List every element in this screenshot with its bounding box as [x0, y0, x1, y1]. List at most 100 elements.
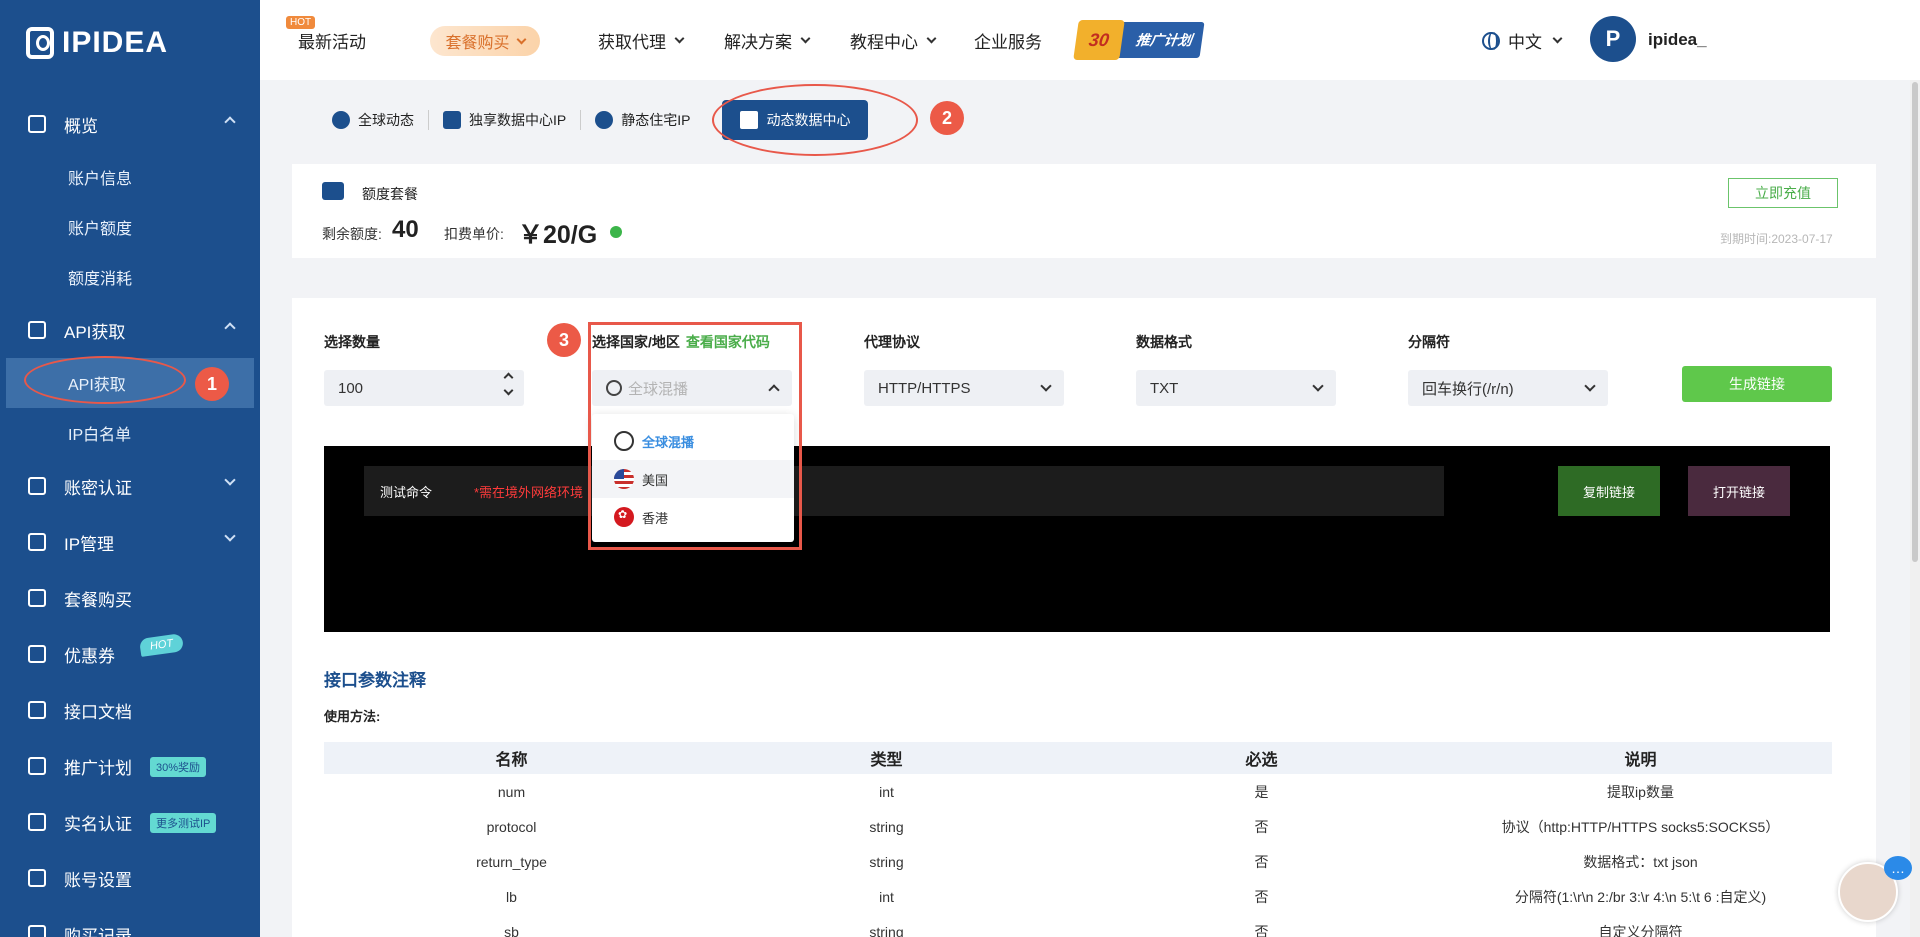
promotion-banner[interactable]: 30 推广计划 — [1073, 20, 1205, 60]
sidebar-item-label: 推广计划 — [64, 758, 132, 778]
sidebar-item-label: 优惠券 — [64, 646, 115, 666]
table-cell: protocol — [486, 818, 537, 835]
protocol-label: 代理协议 — [864, 334, 920, 350]
chevron-down-icon — [674, 33, 685, 44]
table-cell: 否 — [1254, 853, 1269, 870]
annotation-rect-3 — [588, 322, 802, 550]
sidebar-item-api-docs[interactable]: 接口文档 — [0, 682, 260, 738]
api-icon — [28, 321, 46, 339]
table-cell: return_type — [476, 853, 547, 870]
language-selector[interactable]: 中文 — [1482, 28, 1563, 53]
stepper-arrows[interactable] — [503, 372, 514, 396]
balance-card: 额度套餐 剩余额度: 40 扣费单价: ￥20/G 立即充值 到期时间:2023… — [292, 164, 1876, 258]
open-link-button[interactable]: 打开链接 — [1688, 466, 1790, 516]
info-icon[interactable] — [610, 226, 622, 238]
tab-global-dynamic[interactable]: 全球动态 — [318, 100, 428, 140]
separator-select[interactable]: 回车换行(/r/n) — [1408, 370, 1608, 406]
nav-enterprise[interactable]: 企业服务 — [974, 28, 1042, 53]
table-row: protocol string 否 协议（http:HTTP/HTTPS soc… — [324, 809, 1832, 844]
sidebar-item-api[interactable]: API获取 — [0, 302, 260, 358]
promo-number: 30 — [1073, 20, 1125, 60]
quantity-label: 选择数量 — [324, 334, 380, 350]
coupon-icon — [28, 645, 46, 663]
logo[interactable]: IPIDEA — [26, 26, 168, 60]
sidebar-item-purchase-records[interactable]: 购买记录 — [0, 906, 260, 937]
sidebar-item-label: IP管理 — [64, 534, 115, 554]
chevron-down-icon[interactable] — [503, 385, 514, 396]
nav-label: 解决方案 — [724, 33, 792, 52]
sidebar-item-buy-plan[interactable]: 套餐购买 — [0, 570, 260, 626]
tab-label: 全球动态 — [358, 112, 414, 128]
cart-icon — [28, 925, 46, 937]
api-extract-card: 选择数量 100 选择国家/地区 查看国家代码 全球混播 代理协议 HTTP/HT… — [292, 298, 1876, 937]
sidebar-item-promotion[interactable]: 推广计划 30%奖励 — [0, 738, 260, 794]
chevron-down-icon — [224, 530, 236, 542]
user-icon — [28, 869, 46, 887]
generate-link-button[interactable]: 生成链接 — [1682, 366, 1832, 402]
command-bar[interactable]: 测试命令 *需在境外网络环境 — [364, 466, 1444, 516]
sidebar-subitem-account-quota[interactable]: 账户额度 — [0, 202, 260, 252]
buy-plan-button[interactable]: 套餐购买 — [430, 26, 540, 56]
column-header: 类型 — [699, 742, 1074, 774]
annotation-circle-2 — [712, 84, 918, 156]
table-cell: 数据格式：txt json — [1583, 853, 1698, 870]
chevron-up-icon[interactable] — [503, 372, 514, 383]
username[interactable]: ipidea_ — [1648, 30, 1707, 50]
command-warning: *需在境外网络环境 — [474, 485, 584, 500]
command-label: 测试命令 — [380, 485, 433, 500]
wallet-icon — [322, 182, 344, 200]
table-row: lb int 否 分隔符(1:\r\n 2:/br 3:\r 4:\n 5:\t… — [324, 879, 1832, 914]
nav-get-proxy[interactable]: 获取代理 — [598, 28, 685, 53]
ip-manage-icon — [28, 533, 46, 551]
table-header-row: 名称 类型 必选 说明 — [324, 742, 1832, 774]
quantity-stepper[interactable]: 100 — [324, 370, 524, 406]
account-auth-icon — [28, 477, 46, 495]
sidebar-item-account-settings[interactable]: 账号设置 — [0, 850, 260, 906]
protocol-value: HTTP/HTTPS — [878, 379, 971, 397]
chevron-up-icon — [224, 322, 236, 334]
sidebar-subitem-quota-usage[interactable]: 额度消耗 — [0, 252, 260, 302]
sidebar-subitem-ip-whitelist[interactable]: IP白名单 — [0, 408, 260, 458]
chevron-down-icon — [1040, 380, 1052, 392]
table-cell: string — [869, 818, 904, 835]
params-title: 接口参数注释 — [324, 671, 426, 690]
reward-badge: 30%奖励 — [150, 757, 207, 777]
sidebar-subitem-account-info[interactable]: 账户信息 — [0, 152, 260, 202]
sidebar-item-real-name[interactable]: 实名认证 更多测试IP — [0, 794, 260, 850]
chevron-down-icon — [1312, 380, 1324, 392]
sidebar-item-label: 接口文档 — [64, 702, 132, 722]
tab-dedicated-datacenter[interactable]: 独享数据中心IP — [429, 100, 580, 140]
sidebar-item-overview[interactable]: 概览 — [0, 96, 260, 152]
table-cell: int — [879, 888, 894, 905]
promo-icon — [28, 757, 46, 775]
protocol-select[interactable]: HTTP/HTTPS — [864, 370, 1064, 406]
id-card-icon — [28, 813, 46, 831]
sidebar-item-coupon[interactable]: 优惠券 HOT — [0, 626, 260, 682]
nav-label: 教程中心 — [850, 33, 918, 52]
table-cell: 否 — [1254, 818, 1269, 835]
doc-icon — [28, 701, 46, 719]
avatar[interactable]: P — [1590, 16, 1636, 62]
tab-static-residential[interactable]: 静态住宅IP — [581, 100, 704, 140]
latest-activity-link[interactable]: 最新活动 — [298, 28, 366, 53]
sidebar-item-label: 购买记录 — [64, 926, 132, 937]
hot-badge: HOT — [138, 633, 185, 657]
sidebar-item-ip-manage[interactable]: IP管理 — [0, 514, 260, 570]
scrollbar-thumb[interactable] — [1912, 82, 1918, 562]
format-select[interactable]: TXT — [1136, 370, 1336, 406]
copy-link-button[interactable]: 复制链接 — [1558, 466, 1660, 516]
overview-icon — [28, 115, 46, 133]
table-cell: lb — [506, 888, 517, 905]
chevron-down-icon — [926, 33, 937, 44]
sidebar-item-label: 账号设置 — [64, 870, 132, 890]
table-cell: 提取ip数量 — [1607, 783, 1674, 800]
buy-plan-label: 套餐购买 — [445, 35, 510, 52]
chevron-up-icon — [224, 116, 236, 128]
nav-tutorials[interactable]: 教程中心 — [850, 28, 937, 53]
sidebar-item-account-auth[interactable]: 账密认证 — [0, 458, 260, 514]
recharge-button[interactable]: 立即充值 — [1728, 178, 1838, 208]
sidebar-item-label: 账密认证 — [64, 478, 132, 498]
nav-solutions[interactable]: 解决方案 — [724, 28, 811, 53]
chat-bubble-icon[interactable]: … — [1884, 856, 1912, 880]
server-icon — [443, 111, 461, 129]
